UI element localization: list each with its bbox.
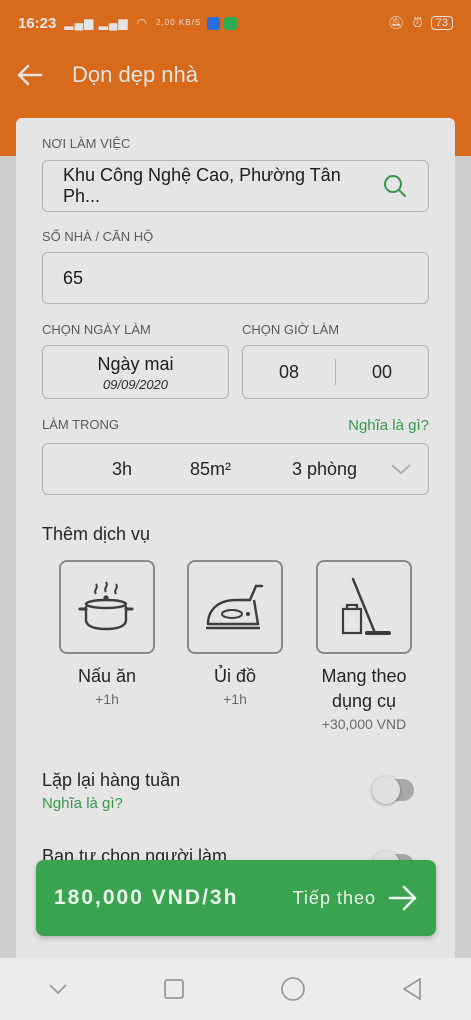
time-picker[interactable]: 08 00	[242, 345, 429, 399]
search-icon[interactable]	[382, 173, 408, 199]
service-ironing-name: Ủi đồ	[213, 666, 257, 686]
location-label: NƠI LÀM VIỆC	[42, 136, 131, 151]
time-label: CHỌN GIỜ LÀM	[242, 322, 340, 337]
cooking-pot-icon	[78, 581, 134, 631]
duration-label: LÀM TRONG	[42, 417, 120, 432]
date-picker[interactable]: Ngày mai 09/09/2020	[42, 345, 229, 399]
duration-help-link[interactable]: Nghĩa là gì?	[348, 417, 429, 434]
duration-hours: 3h	[112, 458, 133, 479]
continue-bar[interactable]: 180,000 VND/3h Tiếp theo	[36, 860, 436, 936]
status-bar: 16:23 ▂▄▆ ▂▄▆ ◠ 2,00 KB/S 🔕︎ ⏰︎ 73	[0, 0, 471, 46]
next-button[interactable]: Tiếp theo	[293, 885, 418, 911]
chevron-down-icon	[391, 464, 411, 475]
signal-icon: ▂▄▆ ▂▄▆	[64, 16, 129, 30]
house-number-label: SỐ NHÀ / CĂN HỘ	[42, 229, 154, 244]
service-tools-name-line1: Mang theo	[321, 666, 407, 686]
service-tools-tile[interactable]	[316, 560, 412, 654]
duration-selector[interactable]: 3h 85m² 3 phòng	[42, 443, 429, 495]
service-cooking-extra: +1h	[95, 691, 119, 707]
service-cooking-tile[interactable]	[59, 560, 155, 654]
mute-icon: 🔕︎	[388, 15, 405, 30]
service-ironing[interactable]: Ủi đồ +1h	[187, 560, 283, 707]
duration-rooms: 3 phòng	[292, 458, 358, 479]
total-price: 180,000 VND/3h	[54, 886, 239, 909]
page-title: Dọn dẹp nhà	[72, 62, 198, 87]
services-title: Thêm dịch vụ	[42, 524, 151, 544]
arrow-left-icon	[17, 64, 43, 86]
date-label: CHỌN NGÀY LÀM	[42, 322, 151, 337]
arrow-right-icon	[388, 885, 417, 911]
back-triangle-icon[interactable]	[401, 977, 423, 1001]
status-time: 16:23	[18, 14, 57, 32]
service-cooking[interactable]: Nấu ăn +1h	[59, 560, 155, 707]
date-secondary: 09/09/2020	[102, 377, 169, 392]
service-tools-name-line2: dụng cụ	[331, 691, 397, 711]
service-tools-extra: +30,000 VND	[321, 716, 407, 732]
repeat-weekly-toggle[interactable]	[372, 776, 414, 804]
cleaning-tools-icon	[341, 577, 391, 635]
back-button[interactable]	[0, 50, 60, 100]
network-speed: 2,00 KB/S	[156, 18, 202, 27]
duration-area: 85m²	[190, 458, 232, 479]
chat-app-icon	[224, 16, 238, 30]
system-nav-bar	[0, 958, 471, 1020]
repeat-help-link[interactable]: Nghĩa là gì?	[42, 795, 123, 812]
app-bar: Dọn dẹp nhà	[0, 50, 471, 100]
service-ironing-tile[interactable]	[187, 560, 283, 654]
recents-square-icon[interactable]	[163, 978, 185, 1000]
house-number-input[interactable]: 65	[42, 252, 429, 304]
house-number-value: 65	[63, 267, 84, 288]
location-field[interactable]: Khu Công Nghệ Cao, Phường Tân Ph...	[42, 160, 429, 212]
time-hour[interactable]: 08	[243, 362, 335, 383]
service-tools-name: Mang theo dụng cụ	[316, 664, 412, 714]
wifi-icon: ◠	[136, 16, 149, 30]
time-minute[interactable]: 00	[336, 362, 428, 383]
date-primary: Ngày mai	[97, 354, 174, 374]
location-value: Khu Công Nghệ Cao, Phường Tân Ph...	[63, 165, 341, 206]
messenger-icon	[207, 16, 221, 30]
service-ironing-extra: +1h	[223, 691, 247, 707]
iron-icon	[206, 584, 264, 630]
home-circle-icon[interactable]	[280, 976, 306, 1002]
chevron-down-nav-icon[interactable]	[48, 982, 68, 996]
battery-icon: 73	[430, 16, 453, 30]
service-bring-tools[interactable]: Mang theo dụng cụ +30,000 VND	[316, 560, 412, 732]
service-cooking-name: Nấu ăn	[77, 666, 137, 686]
next-label: Tiếp theo	[292, 887, 376, 908]
repeat-weekly-label: Lặp lại hàng tuần	[42, 770, 181, 790]
alarm-icon: ⏰︎	[412, 15, 423, 30]
